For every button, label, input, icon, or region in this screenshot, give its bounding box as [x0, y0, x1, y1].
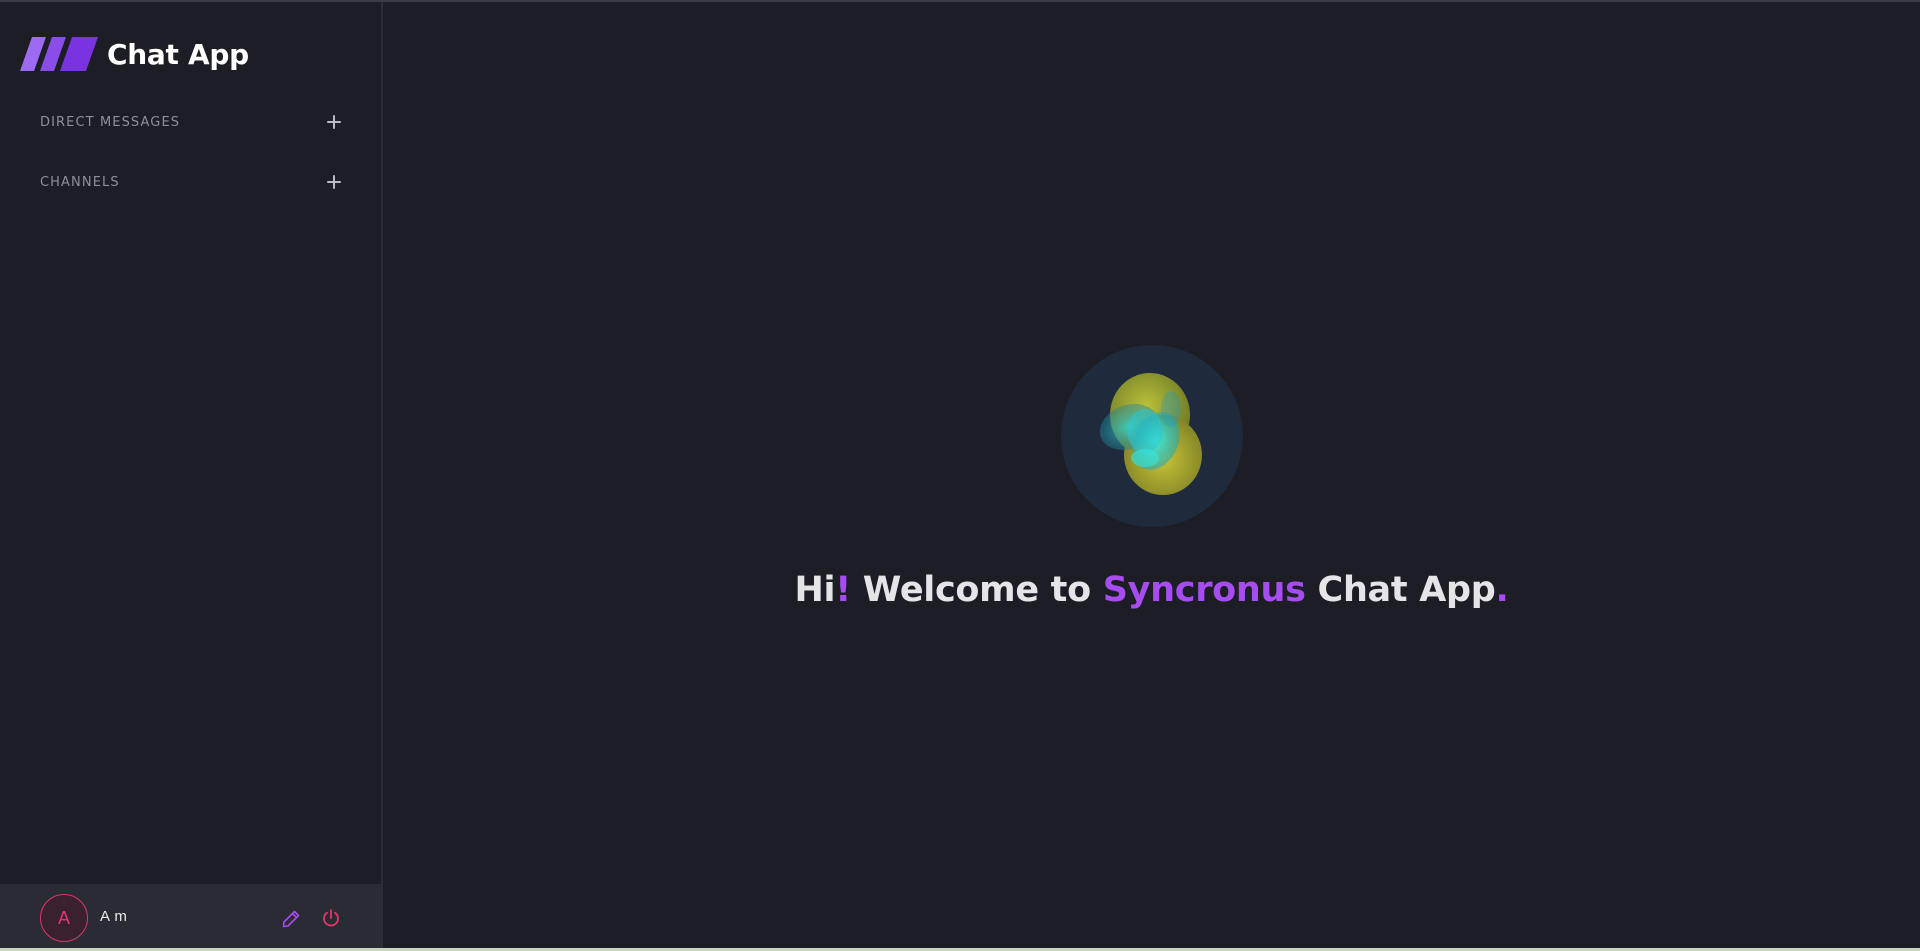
plus-icon [327, 115, 341, 129]
add-channel-button[interactable] [324, 172, 344, 192]
welcome-to: Welcome to [850, 570, 1103, 610]
plus-icon [327, 175, 341, 189]
profile-bar: A A m [0, 884, 381, 948]
power-icon [323, 909, 339, 927]
welcome-animation [1061, 345, 1243, 527]
orb-icon [1099, 373, 1202, 495]
welcome-brand: Syncronus [1102, 570, 1306, 610]
welcome-period: . [1495, 570, 1509, 610]
welcome-exclaim: ! [835, 570, 851, 610]
avatar[interactable]: A [40, 894, 88, 942]
welcome-message: Hi! Welcome to Syncronus Chat App. [383, 570, 1920, 610]
brand: Chat App [20, 35, 249, 73]
welcome-chat-app: Chat App [1305, 570, 1496, 610]
main-panel: Hi! Welcome to Syncronus Chat App. [383, 2, 1920, 948]
add-direct-message-button[interactable] [324, 112, 344, 132]
logout-button[interactable] [321, 908, 341, 928]
app-logo-icon [20, 37, 98, 71]
channels-section: CHANNELS [40, 170, 344, 194]
edit-profile-button[interactable] [281, 909, 301, 929]
avatar-initial: A [57, 907, 70, 928]
direct-messages-section: DIRECT MESSAGES [40, 110, 344, 134]
direct-messages-label: DIRECT MESSAGES [40, 114, 181, 130]
app-title: Chat App [107, 37, 249, 71]
pencil-icon [282, 910, 300, 928]
sidebar: Chat App DIRECT MESSAGES CHANNELS A A m [0, 2, 383, 948]
app-window: Chat App DIRECT MESSAGES CHANNELS A A m [0, 0, 1920, 951]
user-name: A m [100, 908, 128, 925]
channels-label: CHANNELS [40, 174, 120, 190]
welcome-hi: Hi [794, 570, 836, 610]
